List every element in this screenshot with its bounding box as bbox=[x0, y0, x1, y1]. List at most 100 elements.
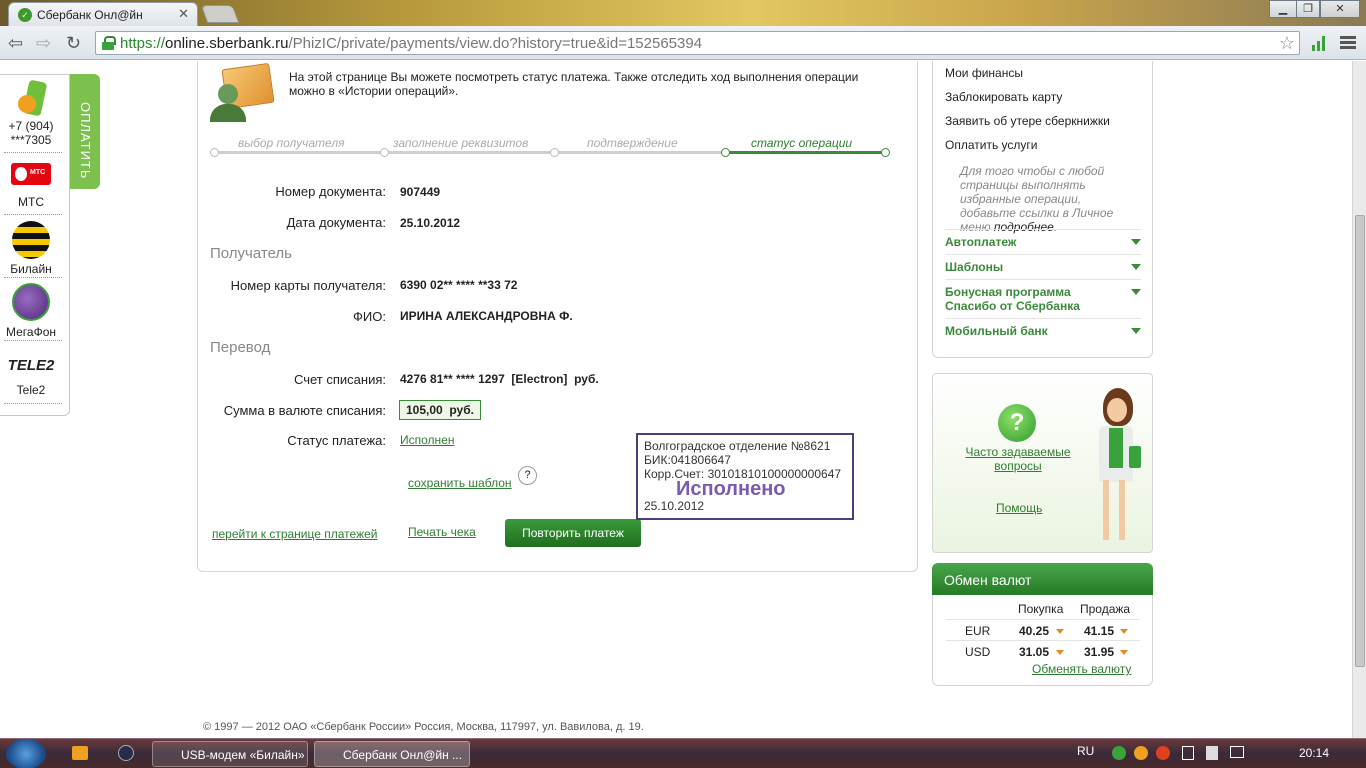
pay-tab[interactable]: ОПЛАТИТЬ bbox=[70, 74, 100, 189]
step-dot bbox=[210, 148, 219, 157]
field-row: Счет списания: bbox=[198, 372, 386, 392]
tele2-label: Tele2 bbox=[16, 383, 46, 397]
step-dot bbox=[881, 148, 890, 157]
exchange-currency-link[interactable]: Обменять валюту bbox=[1032, 662, 1131, 676]
menu-my-finances[interactable]: Мои финансы bbox=[945, 66, 1023, 80]
menu-report-lost-book[interactable]: Заявить об утере сберкнижки bbox=[945, 114, 1110, 128]
quick-pay-megafon[interactable]: МегаФон bbox=[0, 283, 62, 339]
chevron-down-icon bbox=[1120, 650, 1128, 655]
chevron-down-icon bbox=[1056, 629, 1064, 634]
fx-eur-sell: 41.15 bbox=[1084, 624, 1115, 638]
quick-pay-mts[interactable]: МТС МТС bbox=[0, 163, 62, 209]
browser-tab-sberbank[interactable]: ✓ Сбербанк Онл@йн ✕ bbox=[8, 2, 198, 26]
quick-pay-panel: +7 (904) ***7305 МТС МТС Билайн МегаФон … bbox=[0, 74, 70, 416]
tab-title: Сбербанк Онл@йн bbox=[37, 8, 143, 22]
fio-value: ИРИНА АЛЕКСАНДРОВНА Ф. bbox=[400, 309, 573, 323]
fx-buy-header: Покупка bbox=[1018, 602, 1064, 616]
accordion-label: Шаблоны bbox=[945, 260, 1004, 274]
fx-eur-label: EUR bbox=[965, 624, 991, 638]
scrollbar-thumb[interactable] bbox=[1355, 215, 1365, 667]
print-receipt-link[interactable]: Печать чека bbox=[408, 525, 476, 539]
phone-number: +7 (904) ***7305 bbox=[8, 119, 54, 147]
fx-usd-buy: 31.05 bbox=[1019, 645, 1050, 659]
maximize-button[interactable]: ❐ bbox=[1296, 0, 1320, 18]
stamp-bik: БИК:041806647 bbox=[644, 453, 731, 467]
bookmark-star-icon[interactable]: ☆ bbox=[1279, 33, 1295, 54]
taskbar-item-usb-modem[interactable]: USB-модем «Билайн» bbox=[152, 741, 308, 767]
divider bbox=[4, 403, 62, 404]
reload-icon[interactable]: ↻ bbox=[66, 33, 81, 54]
assistant-illustration bbox=[1085, 384, 1145, 549]
help-link[interactable]: Помощь bbox=[996, 501, 1042, 515]
media-player-icon[interactable] bbox=[72, 746, 88, 760]
accordion-mobile-bank[interactable]: Мобильный банк bbox=[945, 318, 1141, 343]
url-scheme: https:// bbox=[120, 35, 166, 52]
fx-eur-buy: 40.25 bbox=[1019, 624, 1050, 638]
taskbar-item-sberbank[interactable]: Сбербанк Онл@йн ... bbox=[314, 741, 470, 767]
menu-icon[interactable] bbox=[1340, 36, 1356, 50]
field-row: Статус платежа: bbox=[198, 433, 386, 453]
phone-icon bbox=[16, 79, 48, 119]
quick-pay-phone[interactable]: +7 (904) ***7305 bbox=[0, 79, 62, 147]
fx-usd-label: USD bbox=[965, 645, 991, 659]
accordion-templates[interactable]: Шаблоны bbox=[945, 254, 1141, 279]
system-tray-icons[interactable] bbox=[1108, 746, 1258, 762]
new-tab-button[interactable] bbox=[200, 5, 240, 23]
page-scrollbar[interactable] bbox=[1352, 61, 1366, 738]
windows-taskbar: USB-модем «Билайн» Сбербанк Онл@йн ... R… bbox=[0, 738, 1366, 768]
chevron-down-icon bbox=[1131, 289, 1141, 295]
faq-link[interactable]: Часто задаваемые вопросы bbox=[959, 445, 1077, 473]
card-label: Номер карты получателя: bbox=[230, 278, 386, 293]
step-dot bbox=[380, 148, 389, 157]
address-bar[interactable]: https://online.sberbank.ru/PhizIC/privat… bbox=[95, 31, 1300, 55]
field-row: Номер карты получателя: bbox=[198, 278, 386, 298]
menu-pay-services[interactable]: Оплатить услуги bbox=[945, 138, 1037, 152]
clock[interactable]: 20:14 bbox=[1299, 746, 1329, 760]
field-row: ФИО: bbox=[198, 309, 386, 329]
close-tab-icon[interactable]: ✕ bbox=[178, 6, 189, 22]
fx-sell-header: Продажа bbox=[1080, 602, 1131, 616]
quick-pay-beeline[interactable]: Билайн bbox=[0, 221, 62, 276]
step-dot bbox=[550, 148, 559, 157]
accordion-spasibo[interactable]: Бонусная программа Спасибо от Сбербанка bbox=[945, 279, 1141, 318]
app-icon[interactable] bbox=[118, 745, 134, 761]
status-label: Статус платежа: bbox=[287, 433, 386, 448]
close-window-button[interactable]: ✕ bbox=[1320, 0, 1360, 18]
card-value: 6390 02** **** **33 72 bbox=[400, 278, 518, 292]
divider bbox=[4, 277, 62, 278]
doc-number-label: Номер документа: bbox=[275, 184, 386, 199]
minimize-button[interactable]: ▁ bbox=[1269, 0, 1297, 18]
help-icon[interactable]: ? bbox=[518, 466, 537, 485]
faq-question-icon[interactable]: ? bbox=[998, 404, 1036, 442]
right-menu-panel: Мои финансы Заблокировать карту Заявить … bbox=[932, 61, 1153, 358]
signal-icon[interactable] bbox=[1311, 35, 1327, 51]
forward-arrow-icon[interactable]: ⇨ bbox=[36, 33, 51, 54]
accordion-autopayment[interactable]: Автоплатеж bbox=[945, 229, 1141, 254]
start-button[interactable] bbox=[6, 739, 46, 768]
step-fill-details: заполнение реквизитов bbox=[393, 136, 529, 150]
url-text[interactable]: https://online.sberbank.ru/PhizIC/privat… bbox=[120, 35, 702, 52]
account-value: 4276 81** **** 1297 [Electron] руб. bbox=[400, 372, 599, 386]
currency-exchange-panel: Обмен валют Покупка Продажа EUR 40.25 41… bbox=[932, 563, 1153, 686]
divider bbox=[946, 640, 1140, 641]
doc-date-label: Дата документа: bbox=[286, 215, 386, 230]
megafon-logo bbox=[12, 283, 50, 321]
language-indicator[interactable]: RU bbox=[1077, 744, 1094, 758]
help-panel: ? Часто задаваемые вопросы Помощь bbox=[932, 373, 1153, 553]
sberbank-favicon-icon: ✓ bbox=[18, 8, 32, 22]
quick-pay-tele2[interactable]: TELE2 Tele2 bbox=[0, 357, 62, 397]
status-value-link[interactable]: Исполнен bbox=[400, 433, 454, 447]
repeat-payment-button[interactable]: Повторить платеж bbox=[505, 519, 641, 547]
field-row: Сумма в валюте списания: bbox=[198, 403, 386, 423]
mts-label: МТС bbox=[18, 195, 44, 209]
menu-block-card[interactable]: Заблокировать карту bbox=[945, 90, 1062, 104]
transfer-section-title: Перевод bbox=[210, 339, 271, 356]
url-path: /PhizIC/private/payments/view.do?history… bbox=[288, 35, 703, 52]
chevron-down-icon bbox=[1131, 239, 1141, 245]
back-arrow-icon[interactable]: ⇦ bbox=[8, 33, 23, 54]
save-template-link[interactable]: сохранить шаблон bbox=[408, 476, 512, 490]
progress-active bbox=[725, 151, 886, 154]
divider bbox=[946, 619, 1140, 620]
go-to-payments-link[interactable]: перейти к странице платежей bbox=[212, 527, 377, 541]
personal-menu-hint: Для того чтобы с любой страницы выполнят… bbox=[960, 164, 1140, 234]
